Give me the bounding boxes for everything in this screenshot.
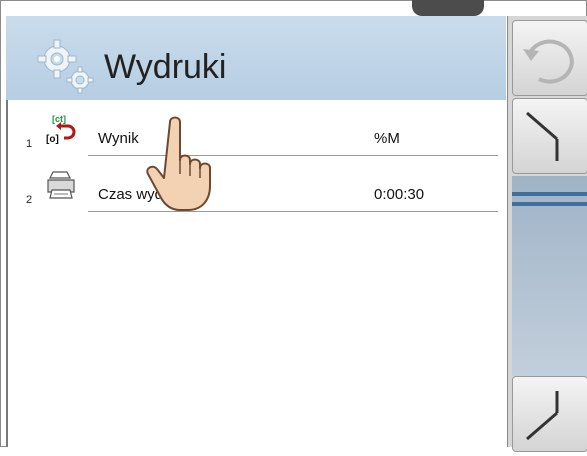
row-label: Wynik	[98, 130, 139, 147]
small-gear-icon	[66, 66, 94, 94]
svg-text:[o]: [o]	[46, 134, 59, 145]
svg-text:[ct]: [ct]	[52, 114, 66, 124]
scroll-up-button[interactable]	[512, 98, 587, 174]
result-print-icon: [ct] [o]	[46, 114, 76, 145]
printer-icon	[47, 171, 75, 199]
row-value: 0:00:30	[374, 186, 425, 203]
row-number: 1	[26, 138, 33, 150]
list-item-print-time[interactable]: 2 Czas wydr 0:00:30	[8, 156, 498, 212]
scroll-down-button[interactable]	[512, 376, 587, 452]
settings-list: 1 [ct] [o] Wynik %M 2 Czas wydr 0:00:30	[6, 100, 508, 447]
row-number: 2	[26, 194, 33, 206]
undo-arrow-icon	[523, 39, 574, 84]
scroll-down-icon	[526, 391, 559, 441]
scroll-up-icon	[526, 111, 559, 161]
scrollbar-thumb[interactable]	[512, 186, 587, 216]
pointing-hand-icon	[146, 116, 211, 211]
list-item-result[interactable]: 1 [ct] [o] Wynik %M	[8, 100, 498, 156]
device-bezel	[412, 0, 484, 16]
right-sidebar	[507, 16, 587, 452]
back-button[interactable]	[512, 20, 587, 96]
row-value: %M	[374, 130, 400, 147]
page-title: Wydruki	[104, 48, 227, 86]
title-bar: Wydruki	[6, 16, 506, 101]
